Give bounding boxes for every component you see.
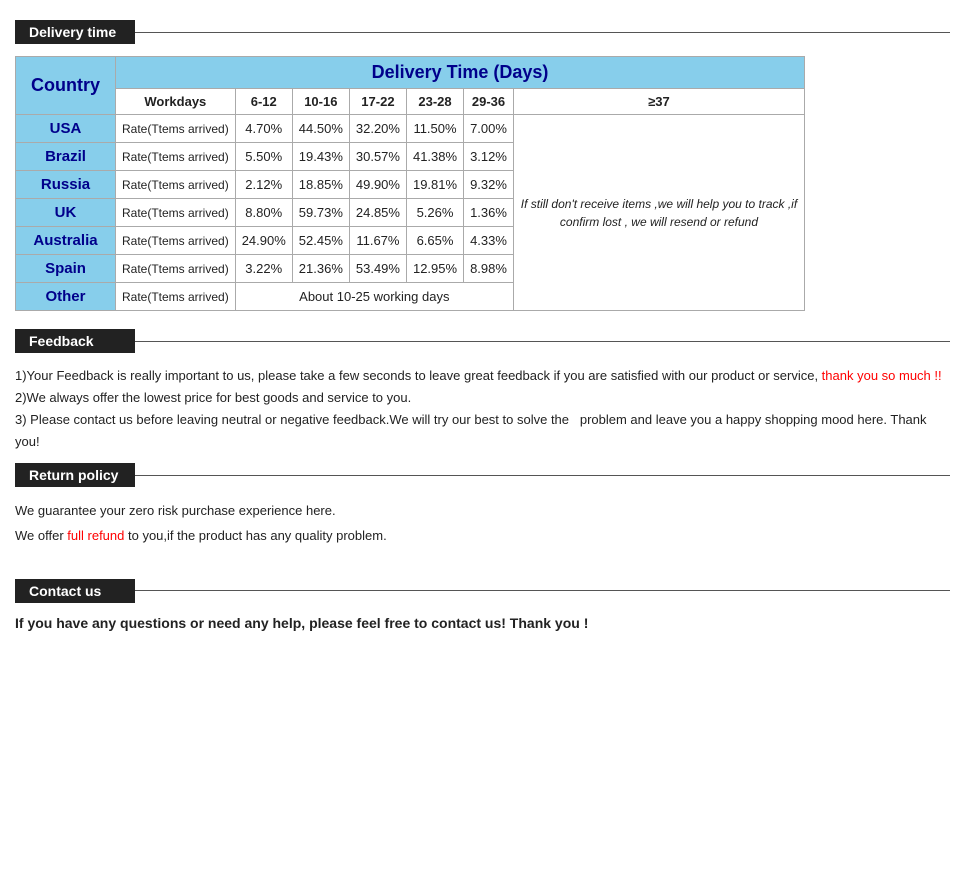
russia-6-12: 2.12%: [235, 171, 292, 199]
russia-10-16: 18.85%: [292, 171, 349, 199]
contact-label: Contact us: [15, 579, 135, 603]
range-29-36: 29-36: [464, 89, 514, 115]
feedback-section-header: Feedback: [15, 329, 950, 353]
note-cell: If still don't receive items ,we will he…: [513, 115, 804, 311]
country-australia: Australia: [16, 227, 116, 255]
feedback-highlight: thank you so much !!: [822, 368, 942, 383]
aus-10-16: 52.45%: [292, 227, 349, 255]
delivery-time-section-header: Delivery time: [15, 20, 950, 44]
usa-29-36: 7.00%: [464, 115, 514, 143]
spain-29-36: 8.98%: [464, 255, 514, 283]
range-10-16: 10-16: [292, 89, 349, 115]
uk-17-22: 24.85%: [349, 199, 406, 227]
feedback-label: Feedback: [15, 329, 135, 353]
feedback-header-line: [135, 341, 950, 342]
usa-17-22: 32.20%: [349, 115, 406, 143]
spain-23-28: 12.95%: [406, 255, 463, 283]
feedback-line-3: 3) Please contact us before leaving neut…: [15, 409, 950, 453]
delivery-header-line: [135, 32, 950, 33]
spain-10-16: 21.36%: [292, 255, 349, 283]
aus-6-12: 24.90%: [235, 227, 292, 255]
country-brazil: Brazil: [16, 143, 116, 171]
aus-29-36: 4.33%: [464, 227, 514, 255]
rate-label-brazil: Rate(Ttems arrived): [116, 143, 236, 171]
uk-10-16: 59.73%: [292, 199, 349, 227]
usa-23-28: 11.50%: [406, 115, 463, 143]
return-text-block: We guarantee your zero risk purchase exp…: [15, 499, 950, 548]
return-line-1: We guarantee your zero risk purchase exp…: [15, 499, 950, 524]
rate-label-spain: Rate(Ttems arrived): [116, 255, 236, 283]
range-23-28: 23-28: [406, 89, 463, 115]
feedback-line-2: 2)We always offer the lowest price for b…: [15, 387, 950, 409]
rate-label-uk: Rate(Ttems arrived): [116, 199, 236, 227]
brazil-10-16: 19.43%: [292, 143, 349, 171]
contact-text: If you have any questions or need any he…: [15, 615, 950, 631]
return-highlight: full refund: [67, 528, 124, 543]
russia-29-36: 9.32%: [464, 171, 514, 199]
country-usa: USA: [16, 115, 116, 143]
feedback-text-block: 1)Your Feedback is really important to u…: [15, 365, 950, 453]
rate-label-russia: Rate(Ttems arrived): [116, 171, 236, 199]
return-policy-label: Return policy: [15, 463, 135, 487]
country-column-header: Country: [16, 57, 116, 115]
contact-header-line: [135, 590, 950, 591]
aus-23-28: 6.65%: [406, 227, 463, 255]
uk-29-36: 1.36%: [464, 199, 514, 227]
uk-6-12: 8.80%: [235, 199, 292, 227]
workdays-header: Workdays: [116, 89, 236, 115]
aus-17-22: 11.67%: [349, 227, 406, 255]
country-uk: UK: [16, 199, 116, 227]
delivery-time-column-header: Delivery Time (Days): [116, 57, 805, 89]
range-37plus: ≥37: [513, 89, 804, 115]
usa-6-12: 4.70%: [235, 115, 292, 143]
spain-17-22: 53.49%: [349, 255, 406, 283]
spain-6-12: 3.22%: [235, 255, 292, 283]
contact-section-header: Contact us: [15, 579, 950, 603]
return-policy-section-header: Return policy: [15, 463, 950, 487]
return-header-line: [135, 475, 950, 476]
brazil-29-36: 3.12%: [464, 143, 514, 171]
range-17-22: 17-22: [349, 89, 406, 115]
delivery-time-label: Delivery time: [15, 20, 135, 44]
russia-23-28: 19.81%: [406, 171, 463, 199]
country-russia: Russia: [16, 171, 116, 199]
russia-17-22: 49.90%: [349, 171, 406, 199]
rate-label-australia: Rate(Ttems arrived): [116, 227, 236, 255]
uk-23-28: 5.26%: [406, 199, 463, 227]
other-about: About 10-25 working days: [235, 283, 513, 311]
feedback-line-1: 1)Your Feedback is really important to u…: [15, 365, 950, 387]
return-line-2: We offer full refund to you,if the produ…: [15, 524, 950, 549]
usa-10-16: 44.50%: [292, 115, 349, 143]
country-spain: Spain: [16, 255, 116, 283]
rate-label-usa: Rate(Ttems arrived): [116, 115, 236, 143]
country-other: Other: [16, 283, 116, 311]
range-6-12: 6-12: [235, 89, 292, 115]
rate-label-other: Rate(Ttems arrived): [116, 283, 236, 311]
table-row: USA Rate(Ttems arrived) 4.70% 44.50% 32.…: [16, 115, 805, 143]
brazil-6-12: 5.50%: [235, 143, 292, 171]
brazil-17-22: 30.57%: [349, 143, 406, 171]
brazil-23-28: 41.38%: [406, 143, 463, 171]
delivery-table: Country Delivery Time (Days) Workdays 6-…: [15, 56, 805, 311]
